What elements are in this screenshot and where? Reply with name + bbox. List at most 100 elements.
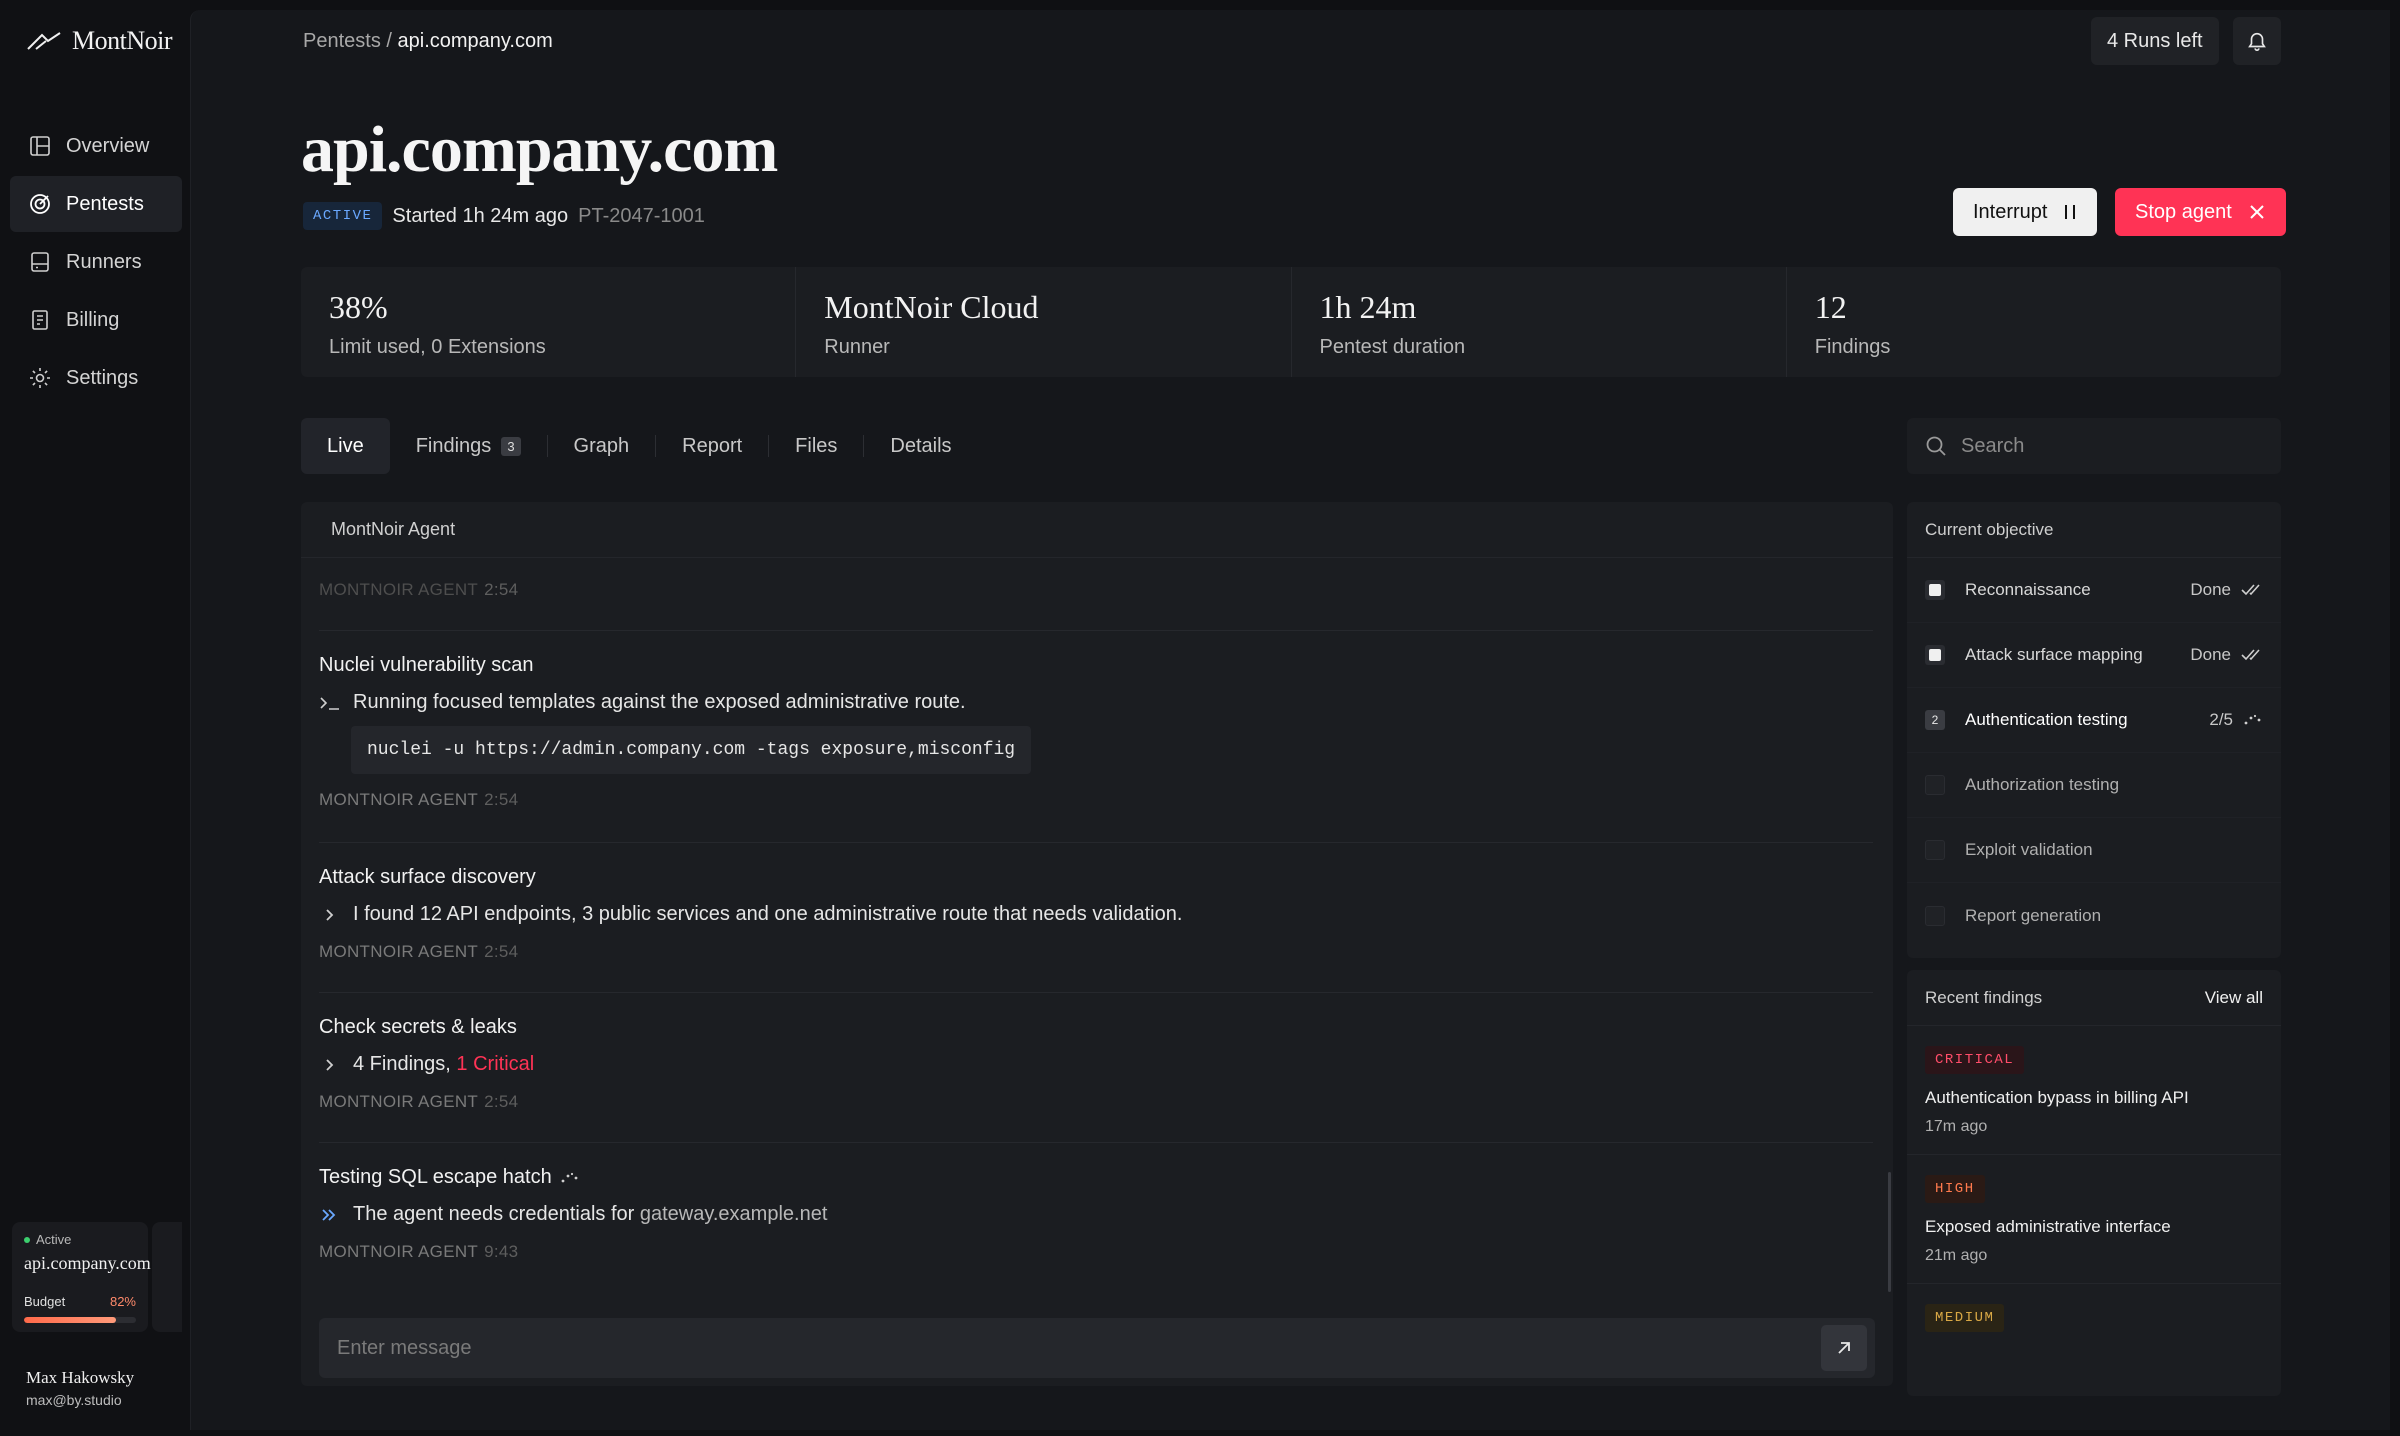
server-icon <box>31 252 49 272</box>
bell-icon <box>2248 32 2266 51</box>
agent-feed: MontNoir Agent MONTNOIR AGENT 2:54 Nuclei… <box>301 502 1893 1386</box>
double-chevron-icon <box>322 1208 336 1221</box>
feed-scrollbar[interactable] <box>1888 1172 1891 1292</box>
agent-meta: MONTNOIR AGENT 2:54 <box>319 580 519 599</box>
feed-entry[interactable]: Testing SQL escape hatch The agent needs… <box>319 1166 1873 1262</box>
objective-item[interactable]: Exploit validation <box>1907 818 2281 883</box>
breadcrumb-separator: / <box>380 30 398 52</box>
pentest-meta: ACTIVE Started 1h 24m ago PT-2047-1001 <box>303 202 705 230</box>
chevron-right-icon[interactable] <box>319 1057 341 1073</box>
objective-label: Report generation <box>1965 905 2102 925</box>
objective-status: Done <box>2190 645 2263 665</box>
sidebar-item-pentests[interactable]: Pentests <box>10 176 182 232</box>
started-time: Started 1h 24m ago <box>392 204 569 227</box>
feed-entry[interactable]: Check secrets & leaks 4 Findings, 1 Crit… <box>319 1016 1873 1112</box>
entry-divider <box>319 842 1873 843</box>
entry-title: Attack surface discovery <box>319 866 536 888</box>
checkbox-checked-icon <box>1925 580 1945 600</box>
message-composer[interactable] <box>319 1318 1875 1378</box>
feed-entry-meta: MONTNOIR AGENT 2:54 <box>319 580 1873 600</box>
stat-label: Limit used, 0 Extensions <box>329 336 546 358</box>
chevron-right-icon[interactable] <box>319 907 341 923</box>
app-logo[interactable]: MontNoir <box>26 26 173 56</box>
page-title: api.company.com <box>301 113 778 186</box>
sidebar-item-overview[interactable]: Overview <box>10 118 182 174</box>
notifications-button[interactable] <box>2233 17 2281 65</box>
feed-entry[interactable]: Attack surface discovery I found 12 API … <box>319 866 1873 962</box>
sidebar-item-label: Billing <box>66 308 120 331</box>
objective-item[interactable]: Authorization testing <box>1907 753 2281 818</box>
sidebar-item-label: Overview <box>66 134 150 157</box>
finding-item[interactable]: HIGH Exposed administrative interface 21… <box>1907 1155 2281 1284</box>
checkbox-empty-icon <box>1925 775 1945 795</box>
feed-body[interactable]: MONTNOIR AGENT 2:54 Nuclei vulnerability … <box>301 558 1893 1261</box>
agent-meta: MONTNOIR AGENT 2:54 <box>319 942 519 961</box>
send-button[interactable] <box>1821 1325 1867 1371</box>
search-box[interactable] <box>1907 418 2281 474</box>
finding-item[interactable]: MEDIUM <box>1907 1284 2281 1350</box>
active-runner-card[interactable]: Active api.company.com Budget 82% <box>12 1222 151 1332</box>
sidebar-item-billing[interactable]: Billing <box>10 292 182 348</box>
status-badge: ACTIVE <box>303 202 383 230</box>
sidebar-item-settings[interactable]: Settings <box>10 350 182 406</box>
stat-value: 12 <box>1814 289 1847 325</box>
main-panel: Pentests / api.company.com 4 Runs left a… <box>190 10 2390 1430</box>
tab-bar: Live Findings 3 Graph Report Files Detail… <box>301 418 978 474</box>
agent-meta: MONTNOIR AGENT 2:54 <box>319 790 519 809</box>
stat-duration: 1h 24m Pentest duration <box>1292 267 1787 377</box>
runner-status: Active <box>24 1232 136 1247</box>
stat-label: Findings <box>1814 336 1891 358</box>
user-profile[interactable]: Max Hakowsky max@by.studio <box>26 1368 134 1408</box>
entry-title: Nuclei vulnerability scan <box>319 654 534 676</box>
credentials-host[interactable]: gateway.example.net <box>640 1203 828 1225</box>
severity-badge: CRITICAL <box>1925 1046 2025 1074</box>
finding-item[interactable]: CRITICAL Authentication bypass in billin… <box>1907 1026 2281 1155</box>
stat-value: 1h 24m <box>1319 289 1417 325</box>
stat-label: Runner <box>824 336 890 358</box>
stop-agent-button[interactable]: Stop agent <box>2115 188 2286 236</box>
tab-report[interactable]: Report <box>656 418 768 474</box>
entry-line: 4 Findings, 1 Critical <box>319 1053 1873 1076</box>
current-objective-panel: Current objective Reconnaissance Done At… <box>1907 502 2281 958</box>
sidebar-nav: Overview Pentests Runners Billing Settin… <box>10 118 182 408</box>
runs-left-badge[interactable]: 4 Runs left <box>2091 17 2219 65</box>
panel-header: Recent findings View all <box>1907 970 2281 1026</box>
runner-card-peek[interactable] <box>152 1222 182 1332</box>
objective-item[interactable]: Reconnaissance Done <box>1907 558 2281 623</box>
stat-runner: MontNoir Cloud Runner <box>796 267 1292 377</box>
objective-label: Exploit validation <box>1965 840 2093 859</box>
feed-header: MontNoir Agent <box>301 502 1893 558</box>
receipt-icon <box>32 310 48 330</box>
finding-time: 21m ago <box>1925 1247 1988 1264</box>
message-input[interactable] <box>337 1336 1821 1360</box>
double-check-icon <box>2241 584 2260 596</box>
app-name: MontNoir <box>72 26 173 55</box>
tab-findings[interactable]: Findings 3 <box>390 418 547 474</box>
objective-label: Reconnaissance <box>1965 580 2091 599</box>
view-all-link[interactable]: View all <box>2205 988 2263 1008</box>
runner-host: api.company.com <box>24 1253 151 1273</box>
agent-meta: MONTNOIR AGENT 9:43 <box>319 1242 519 1261</box>
objective-item[interactable]: Attack surface mapping Done <box>1907 623 2281 688</box>
objective-item[interactable]: Report generation <box>1907 883 2281 948</box>
arrow-up-right-icon <box>1838 1342 1850 1354</box>
code-block[interactable]: nuclei -u https://admin.company.com -tag… <box>351 726 1032 774</box>
budget-label: Budget <box>24 1294 66 1309</box>
sidebar-item-runners[interactable]: Runners <box>10 234 182 290</box>
stat-limit: 38% Limit used, 0 Extensions <box>301 267 797 377</box>
objective-item[interactable]: 2 Authentication testing 2/5 <box>1907 688 2281 753</box>
breadcrumb-parent[interactable]: Pentests <box>303 30 381 52</box>
search-icon <box>1926 436 1946 456</box>
tab-files[interactable]: Files <box>769 418 863 474</box>
sidebar-item-label: Settings <box>66 366 139 389</box>
tab-live[interactable]: Live <box>301 418 390 474</box>
interrupt-button[interactable]: Interrupt <box>1953 188 2098 236</box>
entry-line: I found 12 API endpoints, 3 public servi… <box>319 903 1873 926</box>
sidebar: MontNoir Overview Pentests Runners Billi… <box>0 0 190 1436</box>
findings-count-badge: 3 <box>501 436 521 456</box>
tab-details[interactable]: Details <box>864 418 977 474</box>
search-input[interactable] <box>1961 434 2261 458</box>
tab-graph[interactable]: Graph <box>548 418 656 474</box>
pentest-id: PT-2047-1001 <box>578 204 705 227</box>
objective-label: Authentication testing <box>1965 710 2128 729</box>
